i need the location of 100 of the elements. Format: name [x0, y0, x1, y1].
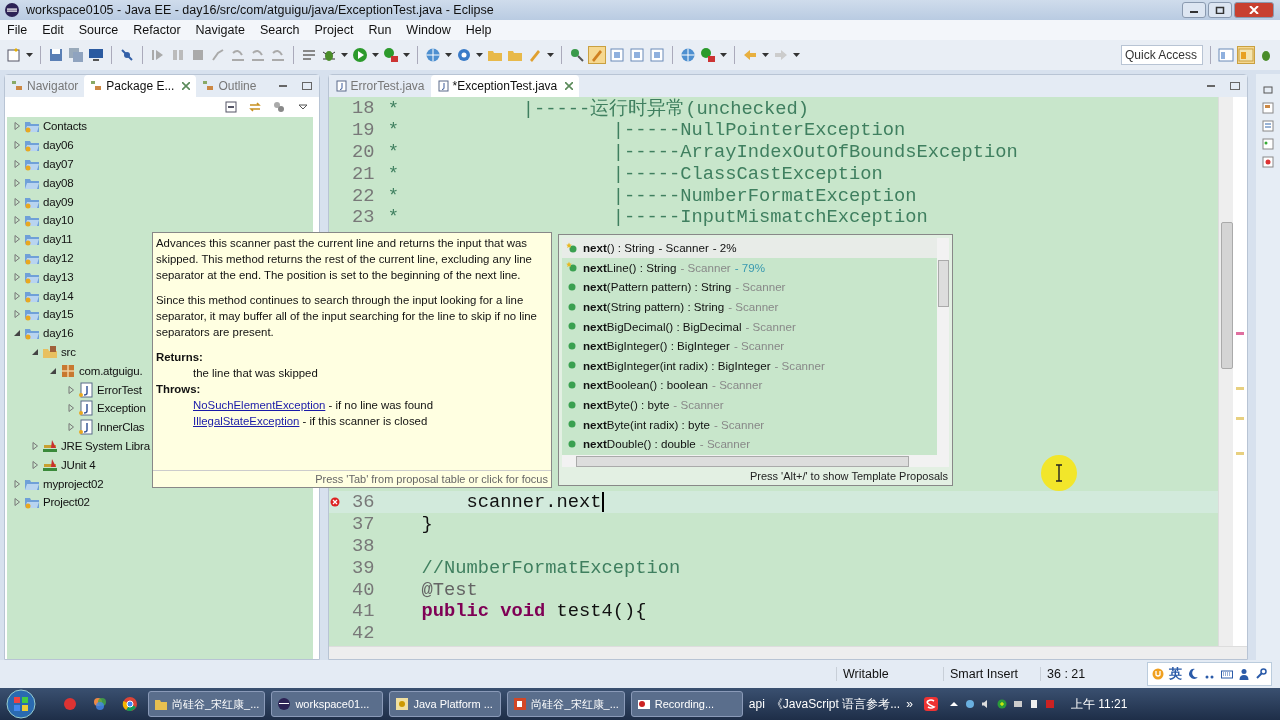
perspective-icon[interactable]: [1218, 47, 1234, 63]
tree-item[interactable]: day11: [43, 233, 73, 246]
menu-item[interactable]: Edit: [42, 23, 64, 37]
scrollbar[interactable]: [937, 238, 949, 455]
expand-arrow-icon[interactable]: [13, 216, 21, 225]
expand-arrow-icon[interactable]: [13, 160, 21, 168]
app-icon[interactable]: [62, 696, 78, 712]
monitor-icon[interactable]: [88, 47, 104, 63]
java-perspective-icon[interactable]: [1238, 47, 1254, 63]
toolbar-label[interactable]: api: [748, 697, 765, 711]
proposal-item[interactable]: nextBoolean() : boolean - Scanner: [562, 375, 937, 395]
expand-arrow-icon[interactable]: [31, 460, 39, 469]
list-icon[interactable]: [301, 47, 317, 63]
tree-item[interactable]: day13: [43, 270, 74, 283]
expand-arrow-icon[interactable]: [67, 423, 75, 432]
ime-logo-icon[interactable]: [1152, 668, 1164, 680]
start-button[interactable]: [6, 689, 36, 719]
expand-arrow-icon[interactable]: [13, 498, 21, 507]
menu-item[interactable]: Project: [314, 23, 354, 37]
proposal-item[interactable]: nextBigDecimal() : BigDecimal - Scanner: [562, 316, 937, 336]
tree-item[interactable]: JRE System Libra: [61, 439, 150, 452]
user-icon[interactable]: [1238, 668, 1250, 680]
editor-tab[interactable]: ErrorTest.java: [328, 75, 431, 97]
close-icon[interactable]: [182, 82, 191, 90]
task-list-icon[interactable]: [1262, 120, 1274, 132]
expand-arrow-icon[interactable]: [13, 291, 21, 300]
tray-arrow-icon[interactable]: [948, 699, 959, 709]
taskbar-button[interactable]: 尚硅谷_宋红康_...: [148, 691, 266, 717]
step-icon[interactable]: [270, 47, 286, 63]
keyboard-icon[interactable]: [1221, 668, 1233, 680]
horizontal-scrollbar[interactable]: [328, 646, 1248, 659]
expand-arrow-icon[interactable]: [13, 122, 21, 131]
tree-item[interactable]: day12: [43, 251, 74, 264]
close-icon[interactable]: [565, 82, 574, 90]
dropdown-arrow-icon[interactable]: [26, 53, 33, 57]
step-icon[interactable]: [230, 47, 246, 63]
maximize-button[interactable]: [1208, 2, 1232, 18]
pause-icon[interactable]: [170, 47, 186, 63]
tree-item[interactable]: day06: [43, 139, 74, 152]
tree-item[interactable]: Project02: [43, 496, 90, 509]
step-icon[interactable]: [250, 47, 266, 63]
dropdown-arrow-icon[interactable]: [793, 53, 800, 57]
browser-icon[interactable]: [122, 696, 138, 712]
overflow-chevron[interactable]: »: [906, 697, 913, 711]
dropdown-arrow-icon[interactable]: [547, 53, 554, 57]
tree-item[interactable]: myproject02: [43, 477, 104, 490]
dropdown-arrow-icon[interactable]: [403, 53, 410, 57]
ruler-marker[interactable]: [1236, 452, 1245, 455]
annotation-icon[interactable]: [649, 47, 665, 63]
expand-arrow-icon[interactable]: [67, 404, 75, 413]
collapse-arrow-icon[interactable]: [49, 366, 57, 375]
proposal-item[interactable]: nextBigInteger(int radix) : BigInteger - Scanner: [562, 355, 937, 376]
view-tab[interactable]: Navigator: [5, 75, 85, 97]
proposal-item[interactable]: next(Pattern pattern) : String - Scanner: [562, 277, 937, 297]
shield-icon[interactable]: [996, 699, 1007, 709]
expand-arrow-icon[interactable]: [13, 479, 21, 488]
minimize-button[interactable]: [1182, 2, 1206, 18]
expand-arrow-icon[interactable]: [67, 385, 75, 394]
dropdown-arrow-icon[interactable]: [372, 53, 379, 57]
close-button[interactable]: [1234, 2, 1274, 18]
outline-icon[interactable]: [1262, 138, 1274, 150]
proposal-item[interactable]: nextLine() : String - Scanner - 79%: [562, 257, 937, 278]
sogou-icon[interactable]: [922, 696, 939, 712]
network-icon[interactable]: [1012, 699, 1023, 709]
horizontal-scrollbar[interactable]: [562, 455, 949, 467]
proposal-item[interactable]: nextBigInteger() : BigInteger - Scanner: [562, 335, 937, 356]
ruler-marker[interactable]: [1236, 387, 1245, 390]
skip-icon[interactable]: [119, 47, 135, 63]
proposal-item[interactable]: next() : String - Scanner - 2%: [562, 238, 937, 258]
tree-item[interactable]: day07: [43, 158, 74, 170]
clock[interactable]: 上午 11:21: [1070, 695, 1148, 713]
expand-arrow-icon[interactable]: [13, 197, 21, 206]
restore-icon[interactable]: [1262, 84, 1274, 96]
expand-arrow-icon[interactable]: [13, 310, 21, 319]
collapse-all-icon[interactable]: [224, 101, 237, 113]
external-tool-icon[interactable]: [700, 47, 716, 63]
highlight-icon[interactable]: [589, 47, 605, 63]
filter-icon[interactable]: [272, 101, 285, 113]
tree-item[interactable]: InnerClas: [97, 421, 145, 434]
annotation-icon[interactable]: [629, 47, 645, 63]
wrench-icon[interactable]: [1255, 668, 1267, 680]
annotation-icon[interactable]: [609, 47, 625, 63]
scrollbar[interactable]: [1218, 97, 1234, 646]
tree-item[interactable]: ErrorTest: [97, 383, 142, 396]
expand-arrow-icon[interactable]: [13, 141, 21, 150]
collapse-arrow-icon[interactable]: [31, 347, 39, 356]
view-tab[interactable]: Outline: [196, 75, 263, 97]
exception-link[interactable]: IllegalStateException: [193, 415, 300, 427]
expand-arrow-icon[interactable]: [13, 272, 21, 281]
save-icon[interactable]: [48, 47, 64, 63]
taskbar-button[interactable]: 尚硅谷_宋红康_...: [507, 691, 625, 717]
dropdown-arrow-icon[interactable]: [476, 53, 483, 57]
gear-icon[interactable]: [456, 47, 472, 63]
editor-tab[interactable]: *ExceptionTest.java: [430, 75, 580, 97]
tree-item[interactable]: day15: [43, 308, 74, 321]
tree-item[interactable]: day14: [43, 289, 74, 302]
toolbar-label[interactable]: 《JavaScript 语言参考...: [770, 695, 901, 713]
clipboard-icon[interactable]: [1028, 699, 1039, 709]
tree-item[interactable]: com.atguigu.: [79, 364, 143, 377]
tree-item[interactable]: day10: [43, 214, 74, 227]
